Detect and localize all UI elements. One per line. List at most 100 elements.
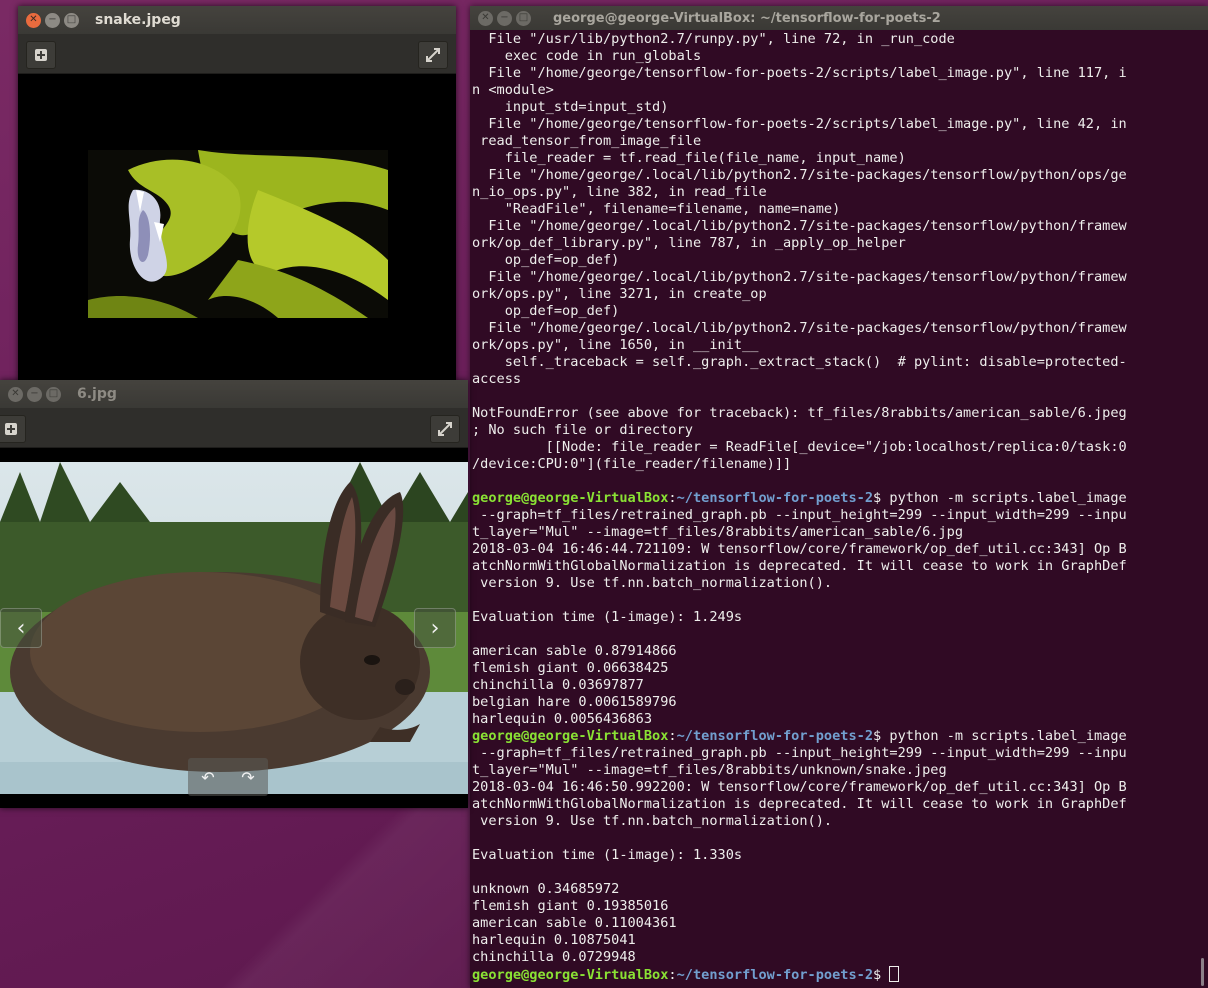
terminal-line-text: t_layer="Mul" --image=tf_files/8rabbits/… <box>472 524 964 540</box>
terminal-line: Evaluation time (1-image): 1.249s <box>472 609 1194 626</box>
minimize-icon[interactable]: − <box>497 10 512 26</box>
expand-icon <box>438 422 452 436</box>
previous-image-button[interactable]: ‹ <box>0 608 42 648</box>
terminal-line: File "/home/george/.local/lib/python2.7/… <box>472 218 1194 235</box>
terminal-line-text: --graph=tf_files/retrained_graph.pb --in… <box>472 745 1127 761</box>
terminal-line-text: ork/ops.py", line 3271, in create_op <box>472 286 767 302</box>
fullscreen-button[interactable] <box>418 41 448 69</box>
prompt-user: george@george-VirtualBox <box>472 490 669 506</box>
terminal-line-text: 2018-03-04 16:46:50.992200: W tensorflow… <box>472 779 1127 795</box>
prompt-user: george@george-VirtualBox <box>472 967 669 983</box>
terminal-line: atchNormWithGlobalNormalization is depre… <box>472 796 1194 813</box>
terminal-prompt-line: george@george-VirtualBox:~/tensorflow-fo… <box>472 728 1194 745</box>
close-icon[interactable]: ✕ <box>478 10 493 26</box>
rotate-right-icon[interactable]: ↷ <box>241 768 254 787</box>
terminal-line: ork/ops.py", line 3271, in create_op <box>472 286 1194 303</box>
expand-icon <box>426 48 440 62</box>
terminal-line-text: File "/home/george/.local/lib/python2.7/… <box>472 167 1127 183</box>
rabbit-viewer-window[interactable]: ✕ − □ 6.jpg ‹ › ↶ ↷ <box>0 380 468 808</box>
terminal-line-text: /device:CPU:0"](file_reader/filename)]] <box>472 456 792 472</box>
terminal-line: [[Node: file_reader = ReadFile[_device="… <box>472 439 1194 456</box>
rabbit-viewer-titlebar[interactable]: ✕ − □ 6.jpg <box>0 380 468 408</box>
terminal-line: --graph=tf_files/retrained_graph.pb --in… <box>472 745 1194 762</box>
terminal-line-text: op_def=op_def) <box>472 252 620 268</box>
gallery-toggle-button[interactable] <box>26 41 56 69</box>
terminal-title: george@george-VirtualBox: ~/tensorflow-f… <box>553 10 941 26</box>
rotate-left-icon[interactable]: ↶ <box>201 768 214 787</box>
terminal-line-text: harlequin 0.10875041 <box>472 932 636 948</box>
gallery-toggle-button[interactable] <box>0 415 26 443</box>
terminal-line: 2018-03-04 16:46:44.721109: W tensorflow… <box>472 541 1194 558</box>
plus-icon <box>35 49 47 61</box>
terminal-titlebar[interactable]: ✕ − □ george@george-VirtualBox: ~/tensor… <box>470 6 1208 30</box>
terminal-line: File "/home/george/tensorflow-for-poets-… <box>472 65 1194 82</box>
terminal-line: n_io_ops.py", line 382, in read_file <box>472 184 1194 201</box>
terminal-line-text: File "/usr/lib/python2.7/runpy.py", line… <box>472 31 955 47</box>
maximize-icon[interactable]: □ <box>64 12 79 28</box>
terminal-line-text: $ python -m scripts.label_image <box>873 728 1127 744</box>
terminal-line-text: NotFoundError (see above for traceback):… <box>472 405 1127 421</box>
terminal-line: chinchilla 0.03697877 <box>472 677 1194 694</box>
snake-viewer-toolbar <box>18 34 456 74</box>
terminal-line-text: "ReadFile", filename=filename, name=name… <box>472 201 841 217</box>
terminal-cursor <box>889 966 900 982</box>
snake-viewer-title: snake.jpeg <box>95 12 181 28</box>
fullscreen-button[interactable] <box>430 415 460 443</box>
terminal-scrollbar[interactable] <box>1201 958 1204 986</box>
terminal-line: american sable 0.87914866 <box>472 643 1194 660</box>
rabbit-photo <box>0 462 468 794</box>
minimize-icon[interactable]: − <box>27 386 42 402</box>
terminal-line: flemish giant 0.19385016 <box>472 898 1194 915</box>
maximize-icon[interactable]: □ <box>516 10 531 26</box>
terminal-line: Evaluation time (1-image): 1.330s <box>472 847 1194 864</box>
terminal-line-text: Evaluation time (1-image): 1.330s <box>472 847 743 863</box>
snake-viewer-titlebar[interactable]: ✕ − □ snake.jpeg <box>18 6 456 34</box>
close-icon[interactable]: ✕ <box>8 386 23 402</box>
terminal-line-text: ork/op_def_library.py", line 787, in _ap… <box>472 235 906 251</box>
chevron-right-icon: › <box>430 615 440 641</box>
terminal-line-text: n_io_ops.py", line 382, in read_file <box>472 184 767 200</box>
terminal-line: input_std=input_std) <box>472 99 1194 116</box>
prompt-separator: : <box>668 728 677 744</box>
close-icon[interactable]: ✕ <box>26 12 41 28</box>
terminal-line: version 9. Use tf.nn.batch_normalization… <box>472 813 1194 830</box>
prompt-path: ~/tensorflow-for-poets-2 <box>676 967 874 983</box>
terminal-window[interactable]: ✕ − □ george@george-VirtualBox: ~/tensor… <box>470 6 1208 988</box>
terminal-line-text: version 9. Use tf.nn.batch_normalization… <box>472 813 833 829</box>
rabbit-image-canvas[interactable]: ‹ › ↶ ↷ <box>0 448 468 808</box>
terminal-line-text: atchNormWithGlobalNormalization is depre… <box>472 558 1127 574</box>
terminal-line: n <module> <box>472 82 1194 99</box>
prompt-path: ~/tensorflow-for-poets-2 <box>676 728 874 744</box>
terminal-line: ; No such file or directory <box>472 422 1194 439</box>
terminal-line-text: t_layer="Mul" --image=tf_files/8rabbits/… <box>472 762 947 778</box>
terminal-line: File "/home/george/.local/lib/python2.7/… <box>472 320 1194 337</box>
terminal-line-text: american sable 0.87914866 <box>472 643 677 659</box>
terminal-line-text: flemish giant 0.19385016 <box>472 898 669 914</box>
terminal-output[interactable]: File "/usr/lib/python2.7/runpy.py", line… <box>472 30 1194 988</box>
terminal-line-text: Evaluation time (1-image): 1.249s <box>472 609 743 625</box>
terminal-line: "ReadFile", filename=filename, name=name… <box>472 201 1194 218</box>
minimize-icon[interactable]: − <box>45 12 60 28</box>
snake-viewer-window[interactable]: ✕ − □ snake.jpeg <box>18 6 456 384</box>
terminal-line-text: op_def=op_def) <box>472 303 620 319</box>
terminal-line: access <box>472 371 1194 388</box>
next-image-button[interactable]: › <box>414 608 456 648</box>
terminal-line-text: $ <box>873 967 890 983</box>
prompt-user: george@george-VirtualBox <box>472 728 669 744</box>
terminal-line: 2018-03-04 16:46:50.992200: W tensorflow… <box>472 779 1194 796</box>
terminal-line-text: flemish giant 0.06638425 <box>472 660 669 676</box>
snake-image-canvas[interactable] <box>18 74 456 384</box>
terminal-line: version 9. Use tf.nn.batch_normalization… <box>472 575 1194 592</box>
chevron-left-icon: ‹ <box>16 615 26 641</box>
terminal-line: File "/usr/lib/python2.7/runpy.py", line… <box>472 31 1194 48</box>
terminal-line-text: input_std=input_std) <box>472 99 669 115</box>
terminal-line-text: --graph=tf_files/retrained_graph.pb --in… <box>472 507 1127 523</box>
maximize-icon[interactable]: □ <box>46 386 61 402</box>
terminal-line-text: ; No such file or directory <box>472 422 693 438</box>
terminal-line: belgian hare 0.0061589796 <box>472 694 1194 711</box>
terminal-line: ork/ops.py", line 1650, in __init__ <box>472 337 1194 354</box>
